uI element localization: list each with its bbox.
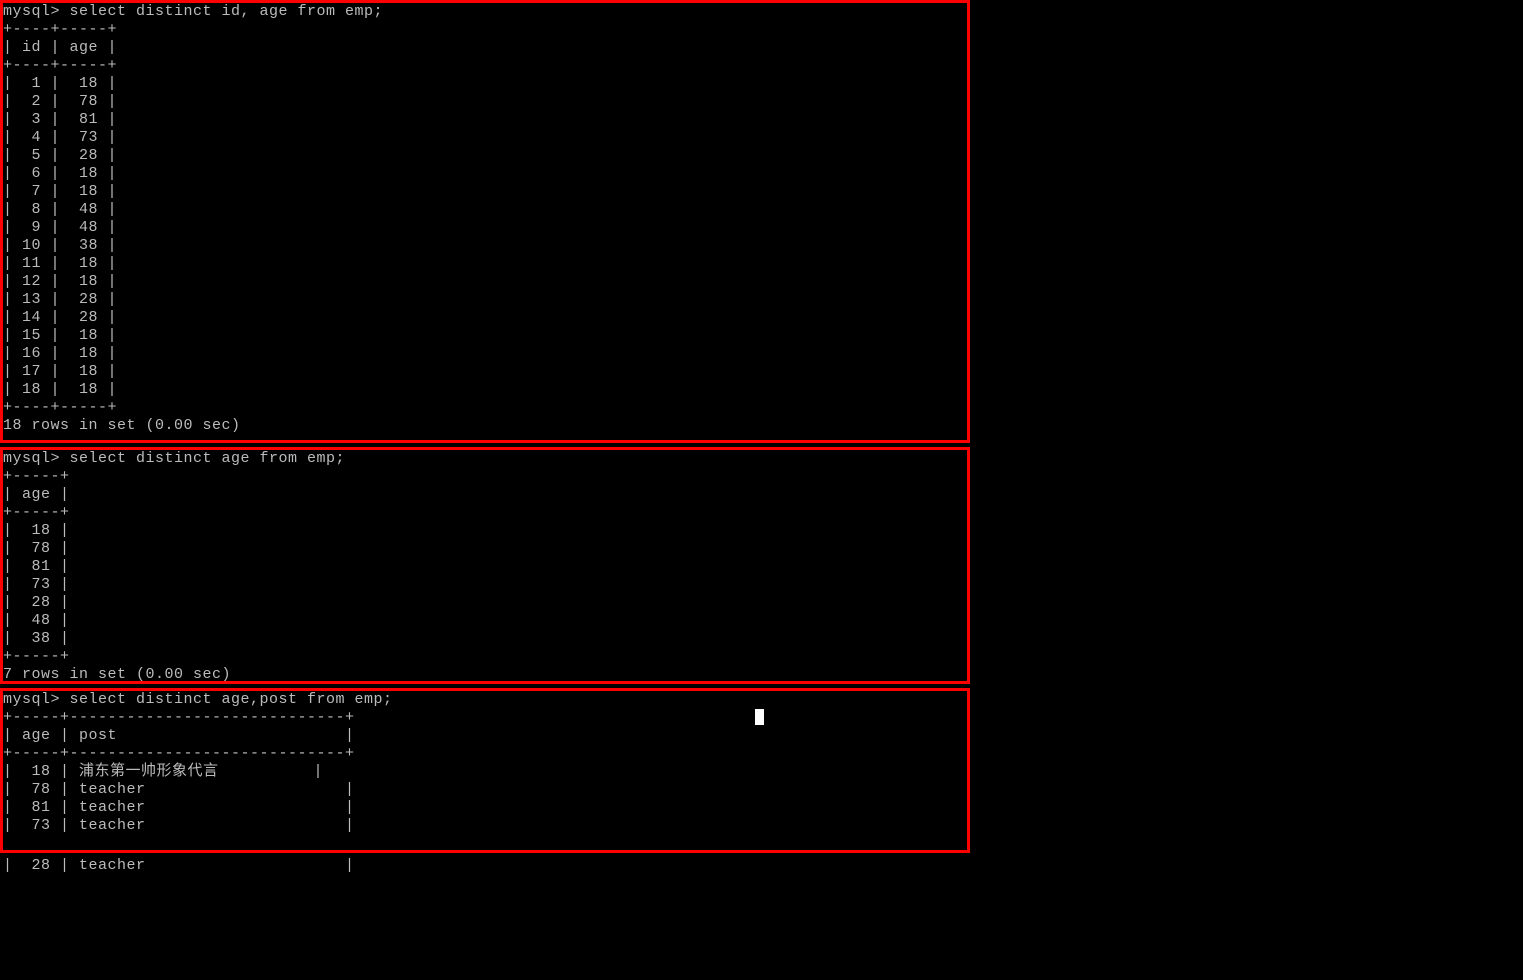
query-result-panel-2: mysql> select distinct age from emp; +--… [0,447,970,684]
query-result-panel-3: mysql> select distinct age,post from emp… [0,688,970,853]
terminal-output-1: mysql> select distinct id, age from emp;… [3,3,967,435]
terminal-output-2: mysql> select distinct age from emp; +--… [3,450,967,684]
overflow-row: | 28 | teacher | [0,857,970,875]
terminal-cursor [755,709,764,725]
query-result-panel-1: mysql> select distinct id, age from emp;… [0,0,970,443]
terminal-output-3: mysql> select distinct age,post from emp… [3,691,967,835]
overflow-output: | 28 | teacher | [3,857,970,875]
